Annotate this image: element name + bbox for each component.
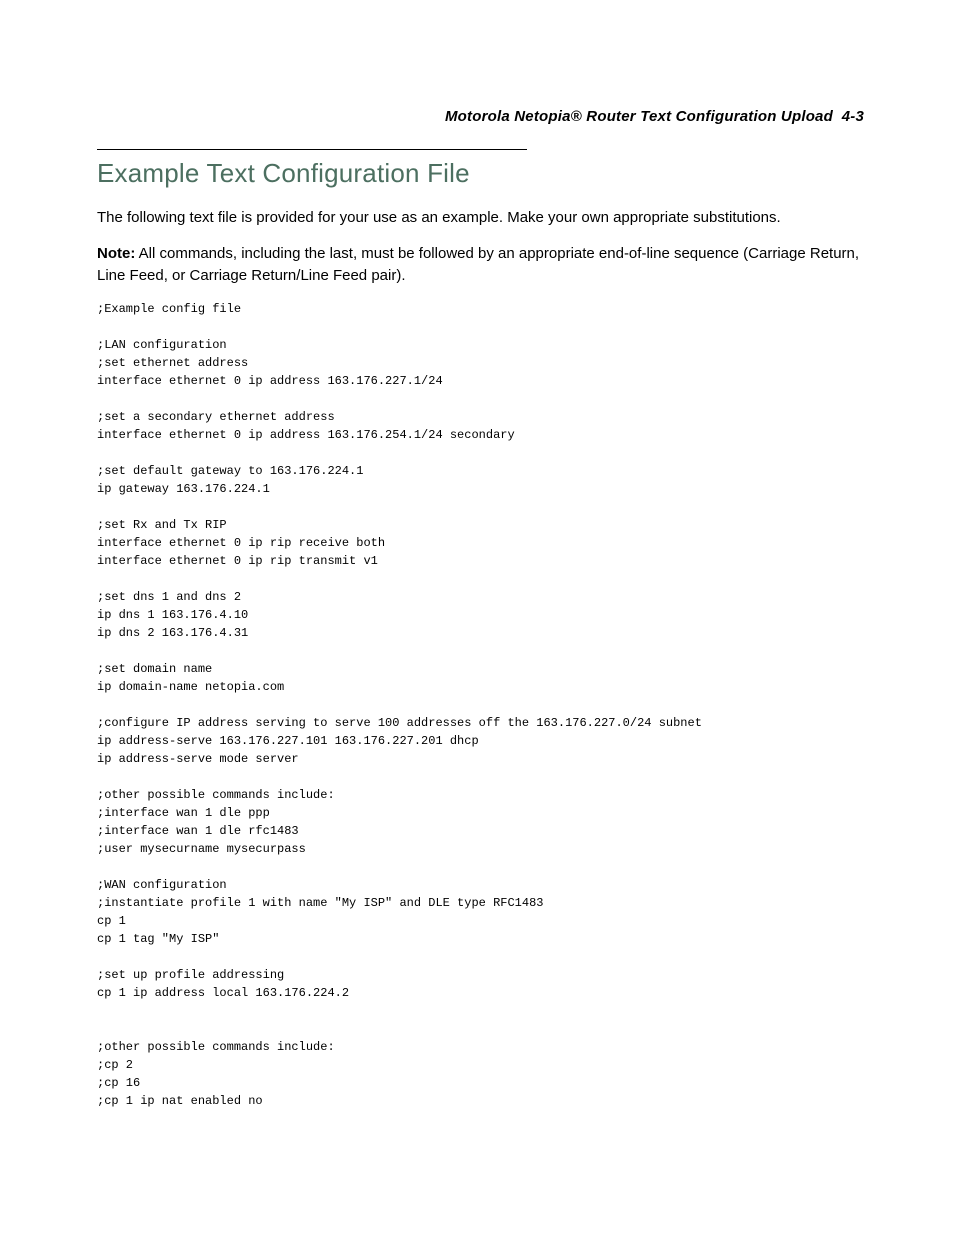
running-header: Motorola Netopia® Router Text Configurat… [97,108,864,125]
note-label: Note: [97,245,135,262]
section-heading: Example Text Configuration File [97,158,864,189]
divider [97,149,527,150]
note-body: All commands, including the last, must b… [97,245,859,284]
page-number: 4-3 [842,108,864,125]
note-paragraph: Note: All commands, including the last, … [97,243,864,287]
document-page: Motorola Netopia® Router Text Configurat… [0,0,954,1200]
config-code-block: ;Example config file ;LAN configuration … [97,300,864,1110]
running-title: Motorola Netopia® Router Text Configurat… [445,108,833,125]
intro-paragraph: The following text file is provided for … [97,207,864,229]
